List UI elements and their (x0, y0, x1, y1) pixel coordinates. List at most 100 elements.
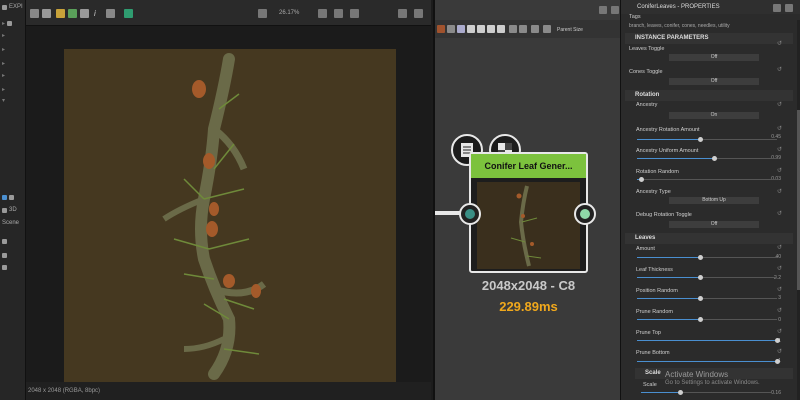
pin-icon[interactable] (773, 4, 781, 12)
input-port[interactable] (459, 203, 481, 225)
reset-icon[interactable]: ↺ (777, 348, 782, 355)
ancestry-uniform-amount-slider[interactable] (637, 156, 777, 161)
debug-rotation-toggle-button[interactable]: Off (669, 221, 759, 228)
tree-row[interactable]: ▸ (0, 84, 26, 94)
scale-slider[interactable] (641, 390, 771, 395)
view3d-toolbar[interactable] (0, 192, 26, 202)
slider-knob[interactable] (639, 177, 645, 182)
reset-icon[interactable]: ↺ (777, 286, 782, 293)
comment-icon[interactable] (467, 25, 475, 33)
ancestry-rotation-amount-slider[interactable] (637, 137, 777, 142)
prune-top-slider[interactable] (637, 338, 780, 343)
channel-icon[interactable] (56, 9, 65, 18)
tool-row[interactable] (0, 236, 26, 246)
expand-arrow-icon[interactable]: ▸ (2, 32, 5, 39)
tool-row[interactable] (0, 262, 26, 272)
info-icon[interactable] (9, 194, 14, 200)
settings-icon[interactable] (599, 6, 607, 14)
gear-icon[interactable] (2, 207, 7, 213)
rotation-random-slider[interactable] (637, 177, 777, 182)
slider-knob[interactable] (775, 359, 780, 364)
texture-canvas[interactable] (26, 26, 431, 382)
slider-knob[interactable] (712, 156, 717, 161)
view3d-tab[interactable]: 3D (0, 205, 26, 215)
expand-arrow-icon[interactable]: ▸ (2, 46, 5, 53)
slider-knob[interactable] (698, 275, 703, 280)
ancestry-type-dropdown[interactable]: Bottom Up (669, 197, 759, 204)
pin-icon[interactable] (30, 9, 39, 18)
reset-icon[interactable]: ↺ (777, 244, 782, 251)
section-instance-parameters[interactable]: INSTANCE PARAMETERS (625, 33, 793, 44)
node-title[interactable]: Conifer Leaf Gener... (471, 154, 586, 178)
frame-icon[interactable] (457, 25, 465, 33)
view-icon[interactable] (531, 25, 539, 33)
zoom-icon[interactable] (334, 9, 343, 18)
cones-toggle-button[interactable]: Off (669, 78, 759, 85)
slider-knob[interactable] (698, 317, 703, 322)
expand-arrow-icon[interactable]: ▸ (2, 20, 5, 27)
slider-knob[interactable] (698, 255, 703, 260)
graph-panel[interactable]: Parent Size Conifer Leaf Gener... 2048x2… (433, 0, 622, 400)
expand-arrow-icon[interactable]: ▸ (2, 86, 5, 93)
histogram-icon[interactable] (106, 9, 115, 18)
info-icon[interactable]: i (94, 9, 103, 18)
ancestry-button[interactable]: On (669, 112, 759, 119)
tree-row[interactable]: ▸ (0, 70, 26, 80)
amount-slider[interactable] (637, 255, 777, 260)
color-picker-icon[interactable] (124, 9, 133, 18)
zoom-readout[interactable]: 26.17% (279, 10, 299, 16)
fit-icon[interactable] (318, 9, 327, 18)
section-leaves[interactable]: Leaves (625, 233, 793, 244)
grid-icon[interactable] (68, 9, 77, 18)
material-icon[interactable] (2, 264, 7, 270)
explorer-tab[interactable]: EXPI (0, 2, 26, 12)
layout-icon[interactable] (497, 25, 505, 33)
slider-knob[interactable] (678, 390, 683, 395)
align-icon[interactable] (447, 25, 455, 33)
filter-icon[interactable] (543, 25, 551, 33)
tree-row[interactable]: ▸ (0, 18, 26, 28)
reset-icon[interactable]: ↺ (777, 40, 782, 47)
section-rotation[interactable]: Rotation (625, 90, 793, 101)
slider-knob[interactable] (698, 296, 703, 301)
light-icon[interactable] (2, 252, 7, 258)
reset-icon[interactable]: ↺ (777, 265, 782, 272)
scene-tab[interactable]: Scene (0, 218, 26, 228)
reset-icon[interactable]: ↺ (777, 328, 782, 335)
reset-icon[interactable]: ↺ (777, 307, 782, 314)
settings-icon[interactable] (350, 9, 359, 18)
reset-icon[interactable]: ↺ (777, 101, 782, 108)
tree-row[interactable]: ▸ (0, 58, 26, 68)
reset-icon[interactable]: ↺ (777, 66, 782, 73)
reset-icon[interactable]: ↺ (777, 210, 782, 217)
grid-icon[interactable] (519, 25, 527, 33)
reset-icon[interactable]: ↺ (777, 125, 782, 132)
link-icon[interactable] (487, 25, 495, 33)
screenshot-icon[interactable] (258, 9, 267, 18)
tool-row[interactable] (0, 250, 26, 260)
node-conifer-leaf-generator[interactable]: Conifer Leaf Gener... (469, 152, 588, 273)
expand-arrow-icon[interactable]: ▸ (2, 72, 5, 79)
position-random-slider[interactable] (637, 296, 777, 301)
expand-arrow-icon[interactable]: ▸ (2, 60, 5, 67)
output-port[interactable] (574, 203, 596, 225)
prune-bottom-slider[interactable] (637, 359, 780, 364)
prune-random-slider[interactable] (637, 317, 777, 322)
slider-knob[interactable] (698, 137, 703, 142)
leaves-toggle-button[interactable]: Off (669, 54, 759, 61)
tags-value[interactable]: branch, leaves, conifer, cones, needles,… (629, 23, 730, 29)
pin-icon[interactable] (477, 25, 485, 33)
tree-row[interactable]: ▸ (0, 44, 26, 54)
node-icon[interactable] (437, 25, 445, 33)
camera-icon[interactable] (2, 238, 7, 244)
layers-icon[interactable] (42, 9, 51, 18)
leaf-thickness-slider[interactable] (637, 275, 777, 280)
reset-icon[interactable]: ↺ (777, 188, 782, 195)
slider-knob[interactable] (775, 338, 780, 343)
close-icon[interactable] (785, 4, 793, 12)
camera-icon[interactable] (2, 194, 7, 200)
parent-size-dropdown[interactable]: Parent Size (557, 27, 583, 33)
tile-icon[interactable] (80, 9, 89, 18)
reset-icon[interactable]: ↺ (777, 146, 782, 153)
reset-icon[interactable]: ↺ (777, 167, 782, 174)
